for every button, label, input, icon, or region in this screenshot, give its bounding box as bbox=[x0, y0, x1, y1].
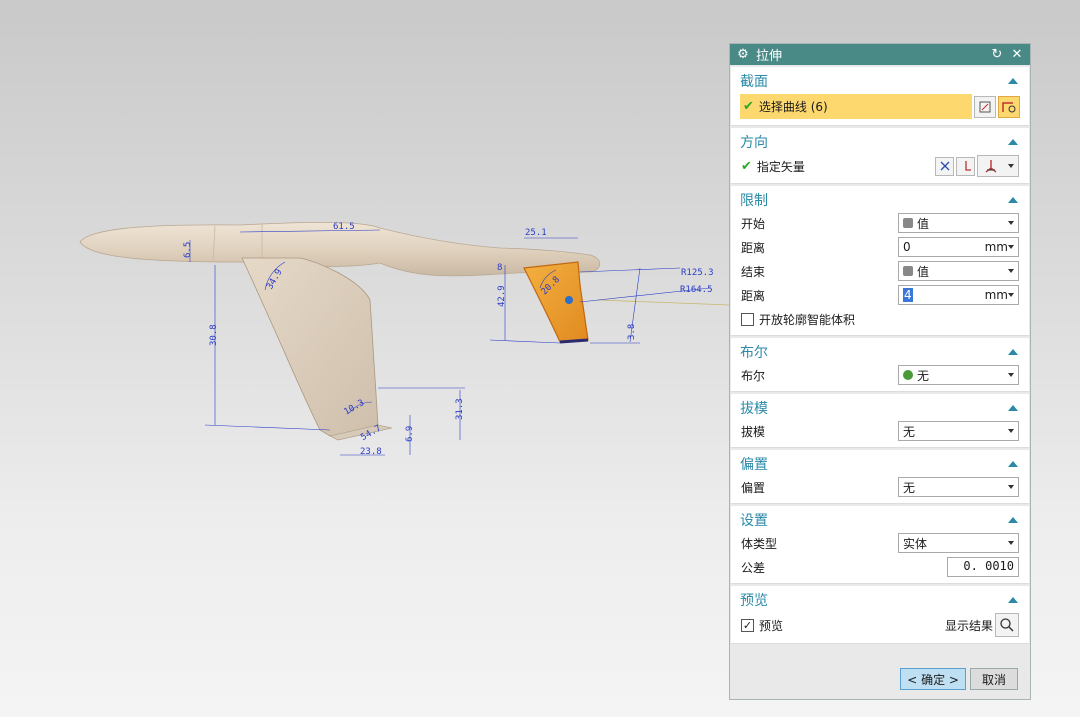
preview-label: 预览 bbox=[759, 618, 784, 633]
dialog-titlebar: ⚙ 拉伸 ↻ ✕ bbox=[730, 44, 1030, 65]
magnifier-icon bbox=[1000, 618, 1014, 632]
collapse-icon[interactable] bbox=[1008, 197, 1018, 203]
selected-tail-fin bbox=[523, 261, 589, 343]
boolean-select[interactable]: 无 bbox=[898, 365, 1019, 385]
boolean-panel: 布尔 布尔 无 bbox=[731, 338, 1029, 392]
curve-select-icon bbox=[1002, 101, 1016, 112]
dropdown-arrow-icon bbox=[1008, 541, 1014, 545]
select-curve-field[interactable]: ✔ 选择曲线 (6) bbox=[740, 94, 972, 119]
distance-end-input[interactable]: 4 mm bbox=[898, 285, 1019, 305]
extrude-dialog: ⚙ 拉伸 ↻ ✕ 截面 ✔ 选择曲线 (6) 方向 ✔ 指定矢量 限制 开始 值… bbox=[729, 43, 1031, 700]
dropdown-arrow-icon bbox=[1008, 221, 1014, 225]
preview-panel: 预览 ✓ 预览 显示结果 bbox=[731, 586, 1029, 644]
boolean-none-icon bbox=[903, 370, 913, 380]
dim-31-3: 31.3 bbox=[455, 398, 465, 420]
direction-panel: 方向 ✔ 指定矢量 bbox=[731, 128, 1029, 184]
section-header-offset[interactable]: 偏置 bbox=[731, 453, 1029, 475]
reverse-direction-button[interactable] bbox=[935, 156, 954, 176]
axis-vector-icon bbox=[985, 160, 996, 173]
show-result-label: 显示结果 bbox=[944, 618, 993, 633]
value-icon bbox=[903, 266, 913, 276]
dim-r164-5: R164.5 bbox=[680, 285, 713, 295]
dropdown-arrow-icon bbox=[1008, 269, 1014, 273]
vector-type-dropdown[interactable] bbox=[977, 155, 1019, 177]
collapse-icon[interactable] bbox=[1008, 139, 1018, 145]
dim-3-8: 3.8 bbox=[627, 324, 637, 340]
vector-label: 指定矢量 bbox=[756, 159, 805, 174]
distance-start-input[interactable]: 0 mm bbox=[898, 237, 1019, 257]
fin-bottom-edge bbox=[559, 338, 589, 344]
vector-icon bbox=[964, 161, 971, 171]
start-select[interactable]: 值 bbox=[898, 213, 1019, 233]
curve-button[interactable] bbox=[998, 95, 1020, 118]
dim-23-8: 23.8 bbox=[360, 447, 382, 457]
dropdown-arrow-icon[interactable] bbox=[1008, 293, 1014, 297]
draft-panel: 拔模 拔模 无 bbox=[731, 394, 1029, 448]
section-panel: 截面 ✔ 选择曲线 (6) bbox=[731, 67, 1029, 126]
graphics-viewport[interactable]: 61.5 6.5 34.9 30.8 10.3 54.7 23.8 6.9 31… bbox=[0, 0, 730, 717]
section-header-direction[interactable]: 方向 bbox=[731, 131, 1029, 153]
ok-button[interactable]: < 确定 > bbox=[900, 668, 966, 690]
dropdown-arrow-icon bbox=[1007, 164, 1014, 168]
cancel-button[interactable]: 取消 bbox=[970, 668, 1018, 690]
model-canvas[interactable]: 61.5 6.5 34.9 30.8 10.3 54.7 23.8 6.9 31… bbox=[0, 0, 730, 717]
collapse-icon[interactable] bbox=[1008, 461, 1018, 467]
dim-42-9: 42.9 bbox=[497, 285, 507, 307]
tolerance-input[interactable]: 0. 0010 bbox=[947, 557, 1019, 577]
section-header-settings[interactable]: 设置 bbox=[731, 509, 1029, 531]
dim-8: 8 bbox=[497, 263, 502, 273]
limits-panel: 限制 开始 值 距离 0 mm 结束 值 距离 4 mm 开放轮廓智能体积 bbox=[731, 186, 1029, 336]
extrude-vector-line bbox=[597, 299, 730, 306]
collapse-icon[interactable] bbox=[1008, 597, 1018, 603]
section-header-limits[interactable]: 限制 bbox=[731, 189, 1029, 211]
reset-icon[interactable]: ↻ bbox=[990, 47, 1004, 62]
collapse-icon[interactable] bbox=[1008, 349, 1018, 355]
close-icon[interactable]: ✕ bbox=[1010, 47, 1024, 62]
body-type-select[interactable]: 实体 bbox=[898, 533, 1019, 553]
preview-checkbox[interactable]: ✓ bbox=[741, 618, 754, 632]
sketch-section-button[interactable] bbox=[974, 95, 996, 118]
offset-panel: 偏置 偏置 无 bbox=[731, 450, 1029, 504]
dialog-title: 拉伸 bbox=[756, 49, 783, 64]
dim-30-8: 30.8 bbox=[209, 324, 219, 346]
fin-direction-handle bbox=[565, 296, 573, 304]
show-result-button[interactable] bbox=[995, 613, 1019, 637]
dim-6-9: 6.9 bbox=[405, 426, 415, 442]
dropdown-arrow-icon bbox=[1008, 485, 1014, 489]
section-header-boolean[interactable]: 布尔 bbox=[731, 341, 1029, 363]
collapse-icon[interactable] bbox=[1008, 517, 1018, 523]
dropdown-arrow-icon bbox=[1008, 429, 1014, 433]
collapse-icon[interactable] bbox=[1008, 405, 1018, 411]
dim-61-5: 61.5 bbox=[333, 222, 355, 232]
dim-25-1: 25.1 bbox=[525, 228, 547, 238]
offset-select[interactable]: 无 bbox=[898, 477, 1019, 497]
check-icon: ✔ bbox=[743, 99, 754, 114]
settings-panel: 设置 体类型 实体 公差 0. 0010 bbox=[731, 506, 1029, 584]
value-icon bbox=[903, 218, 913, 228]
gear-icon: ⚙ bbox=[737, 47, 749, 62]
draft-select[interactable]: 无 bbox=[898, 421, 1019, 441]
vector-dialog-button[interactable] bbox=[956, 156, 975, 176]
section-header-preview[interactable]: 预览 bbox=[731, 589, 1029, 611]
open-profile-label: 开放轮廓智能体积 bbox=[759, 312, 856, 327]
end-select[interactable]: 值 bbox=[898, 261, 1019, 281]
sketch-icon bbox=[979, 101, 991, 112]
dim-6-5: 6.5 bbox=[183, 242, 193, 258]
collapse-icon[interactable] bbox=[1008, 78, 1018, 84]
check-icon: ✔ bbox=[741, 158, 752, 174]
dropdown-arrow-icon bbox=[1008, 373, 1014, 377]
dropdown-arrow-icon[interactable] bbox=[1008, 245, 1014, 249]
section-header-section[interactable]: 截面 bbox=[731, 70, 1029, 92]
reverse-icon bbox=[940, 161, 949, 171]
dialog-footer: < 确定 > 取消 bbox=[730, 659, 1030, 699]
open-profile-checkbox[interactable] bbox=[741, 312, 754, 326]
dim-r125-3: R125.3 bbox=[681, 268, 714, 278]
section-header-draft[interactable]: 拔模 bbox=[731, 397, 1029, 419]
